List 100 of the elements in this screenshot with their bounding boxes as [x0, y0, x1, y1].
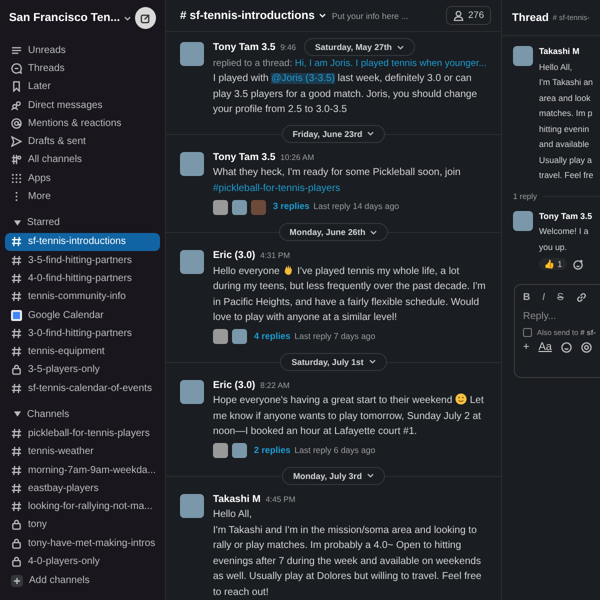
nav-item[interactable]: Drafts & sent: [5, 132, 160, 151]
replies-link[interactable]: 4 replies: [254, 328, 291, 344]
channel-item[interactable]: pickleball-for-tennis-players: [5, 424, 160, 443]
message-text: matches. Im p: [539, 107, 594, 120]
lock-icon: [11, 538, 22, 549]
hash-icon: [11, 501, 22, 512]
avatar-placeholder[interactable]: [180, 380, 204, 404]
members-button[interactable]: 276: [446, 6, 491, 25]
add-channels-item[interactable]: Add channels: [5, 572, 160, 590]
author-name[interactable]: Tony Tam 3.5: [539, 208, 592, 224]
date-pill[interactable]: Saturday, May 27th: [304, 38, 415, 56]
thread-link[interactable]: Hi, I am Joris. I played tennis when younger...: [294, 58, 487, 68]
date-pill[interactable]: Monday, June 26th: [278, 223, 388, 241]
channel-link[interactable]: #pickleball-for-tennis-players: [213, 182, 340, 194]
replies-link[interactable]: 2 replies: [254, 442, 291, 458]
nav-item[interactable]: Unreads: [5, 41, 160, 60]
channels-icon: [11, 154, 22, 166]
avatar-placeholder[interactable]: [180, 152, 204, 176]
nav-item[interactable]: Apps: [5, 169, 160, 188]
compose-button[interactable]: [135, 7, 156, 29]
author-name[interactable]: Tony Tam 3.5: [213, 150, 276, 165]
date-pill[interactable]: Saturday, July 1st: [280, 352, 387, 370]
message-text: I played with @Joris (3-3.5) last week, definitely 3.0 or can play 3.5 players for a good match. Joris, you should change your profile from 2.5 to 3.0-3.5: [213, 72, 478, 117]
channel-item[interactable]: 3-5-players-only: [5, 360, 160, 380]
channel-item[interactable]: tennis-community-info: [5, 288, 160, 306]
reaction-button[interactable]: 👍 1: [539, 258, 568, 270]
message-text: hitting evenin: [539, 122, 590, 136]
hash-icon: [11, 464, 22, 476]
channel-item[interactable]: 3-0-find-hitting-partners: [5, 324, 160, 342]
author-name[interactable]: Takashi M: [213, 492, 261, 507]
mention-link[interactable]: @Joris (3-3.5): [271, 73, 335, 84]
lock-icon: [11, 519, 22, 530]
author-name[interactable]: Takashi M: [539, 44, 594, 60]
message-text: area and look: [539, 92, 592, 104]
date-pill[interactable]: Friday, June 23rd: [282, 124, 386, 142]
channel-item[interactable]: tony: [5, 516, 160, 534]
author-name[interactable]: Eric (3.0): [213, 248, 256, 264]
message-text: Hello All,: [539, 60, 574, 74]
channel-item[interactable]: Google Calendar: [5, 306, 160, 324]
calendar-icon: [11, 310, 22, 320]
nav-item[interactable]: Later: [5, 78, 160, 96]
smiley-icon: [455, 393, 468, 405]
text-format-button[interactable]: Aa: [538, 341, 552, 353]
channel-item[interactable]: sf-tennis-calendar-of-events: [5, 379, 160, 398]
section-header[interactable]: Starred: [5, 214, 160, 232]
channel-item[interactable]: tennis-equipment: [5, 342, 160, 361]
italic-button[interactable]: I: [542, 292, 546, 302]
avatar-placeholder: [213, 200, 228, 214]
date-pill[interactable]: Monday, July 3rd: [282, 466, 385, 484]
channel-name[interactable]: # sf-tennis-introductions: [180, 10, 326, 22]
channel-item[interactable]: eastbay-players: [5, 479, 160, 498]
checkbox[interactable]: [523, 328, 532, 337]
at-sign-icon[interactable]: [580, 342, 592, 352]
timestamp[interactable]: 4:45 PM: [266, 492, 296, 507]
timestamp[interactable]: 8:22 AM: [260, 378, 290, 393]
thread-title: Thread: [512, 12, 549, 24]
message-text: Hello All, I'm Takashi and I'm in the mission/soma area and looking to rally or play matches. Im probably a 4.0~ Open to hitting evenings after 7 during the week and available on weekends as well. Usually play at Dolores but willing to travel. Feel free to reach out!: [213, 508, 482, 600]
avatar-placeholder: [232, 329, 247, 344]
message-text: Hope everyone's having a great start to their weekend Let me know if anyone wants to play tomorrow, Sunday July 2 at noon—I booked an hour at Lafayette court #1.: [213, 393, 485, 439]
author-name[interactable]: Eric (3.0): [213, 378, 256, 393]
nav-item[interactable]: Threads: [5, 59, 160, 78]
nav-item[interactable]: All channels: [5, 150, 160, 170]
emoji-icon[interactable]: [560, 342, 572, 352]
bold-button[interactable]: B: [523, 292, 530, 302]
workspace-name[interactable]: San Francisco Ten...: [9, 12, 120, 24]
hash-icon: [11, 382, 22, 394]
avatar-placeholder[interactable]: [180, 494, 204, 518]
reply-input[interactable]: Reply...: [523, 309, 600, 324]
hash-icon: [11, 236, 22, 248]
section-header[interactable]: Channels: [5, 405, 160, 424]
lock-icon: [11, 556, 22, 568]
avatar-placeholder[interactable]: [180, 42, 204, 66]
link-icon[interactable]: [576, 292, 587, 302]
channel-item[interactable]: 3-5-find-hitting-partners: [5, 250, 160, 270]
timestamp[interactable]: 10:26 AM: [280, 150, 314, 165]
speech-bubble-icon: [11, 62, 22, 74]
plus-button[interactable]: +: [523, 341, 530, 353]
channel-item[interactable]: sf-tennis-introductions: [5, 232, 160, 251]
channel-item[interactable]: morning-7am-9am-weekda...: [5, 460, 160, 480]
channel-item[interactable]: tennis-weather: [5, 442, 160, 461]
nav-item[interactable]: Mentions & reactions: [5, 114, 160, 132]
hash-icon: [11, 482, 22, 494]
channel-item[interactable]: 4-0-find-hitting-partners: [5, 269, 160, 288]
channel-item[interactable]: looking-for-rallying-not-ma...: [5, 498, 160, 516]
avatar-placeholder[interactable]: [513, 210, 533, 230]
caret-icon: [124, 16, 131, 20]
avatar-placeholder[interactable]: [513, 46, 533, 66]
author-name[interactable]: Tony Tam 3.5: [213, 40, 276, 56]
strikethrough-button[interactable]: S: [557, 292, 564, 302]
bookmark-icon: [11, 81, 22, 92]
timestamp[interactable]: 4:31 PM: [260, 248, 290, 264]
nav-item[interactable]: Direct messages: [5, 96, 160, 114]
avatar-placeholder[interactable]: [180, 250, 204, 274]
replies-link[interactable]: 3 replies: [273, 199, 310, 215]
channel-item[interactable]: tony-have-met-making-intros: [5, 534, 160, 552]
nav-item[interactable]: More: [5, 187, 160, 206]
channel-item[interactable]: 4-0-players-only: [5, 552, 160, 571]
last-reply-time: Last reply 14 days ago: [314, 200, 400, 214]
add-reaction-icon[interactable]: [573, 258, 584, 270]
timestamp[interactable]: 9:46: [280, 40, 296, 56]
